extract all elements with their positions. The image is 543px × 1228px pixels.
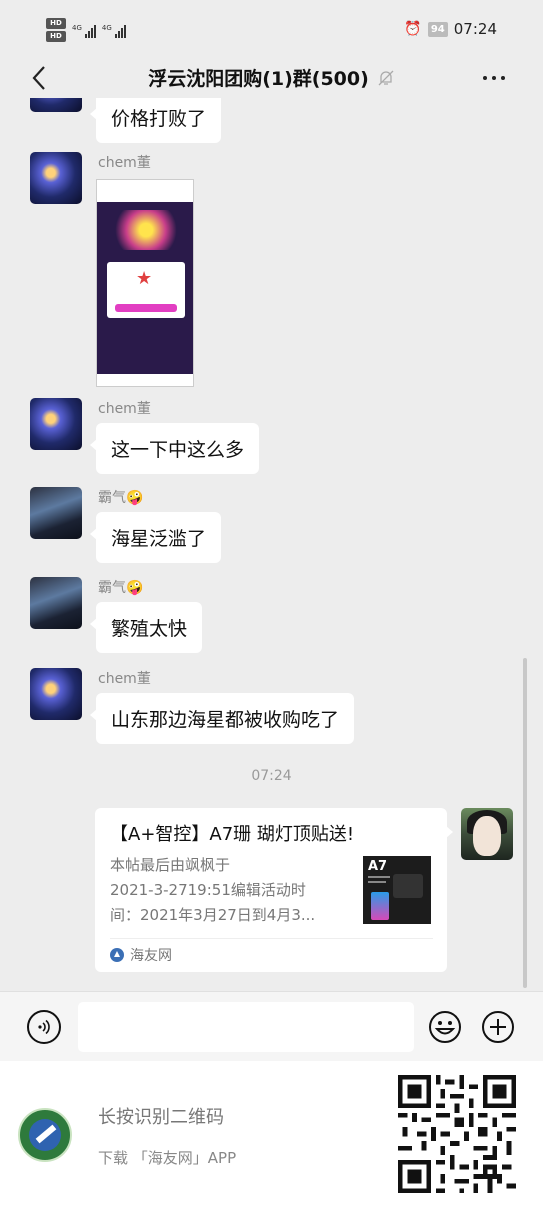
app-logo — [18, 1108, 72, 1162]
image-message[interactable]: ★ — [96, 179, 194, 387]
avatar[interactable] — [30, 152, 82, 204]
message-bubble[interactable]: 海星泛滥了 — [89, 512, 222, 563]
signal-label: 4G — [101, 24, 112, 32]
input-bar — [0, 991, 543, 1061]
link-card[interactable]: 【A+智控】A7珊 瑚灯顶贴送! 本帖最后由飒枫于 2021-3-2719:51… — [95, 808, 453, 972]
sender-name: chem董 — [98, 671, 151, 687]
source-logo-icon — [110, 948, 124, 962]
sender-name: 霸气🤪 — [98, 580, 144, 596]
message-timestamp: 07:24 — [251, 768, 292, 784]
signal-label: 4G — [72, 24, 82, 32]
download-footer: 长按识别二维码 下载 「海友网」APP — [0, 1061, 543, 1228]
link-card-title: 【A+智控】A7珊 瑚灯顶贴送! — [110, 824, 355, 845]
hd-badges: HD HD — [46, 18, 66, 44]
message-bubble[interactable]: 价格打败了 — [89, 98, 222, 143]
source-name: 海友网 — [130, 948, 172, 964]
more-dots-icon — [483, 76, 487, 80]
desc-line: 本帖最后由飒枫于 — [110, 856, 231, 874]
title-wrap: 浮云沈阳团购(1)群(500) — [0, 64, 543, 91]
page-title: 浮云沈阳团购(1)群(500) — [148, 68, 369, 90]
link-card-description: 本帖最后由飒枫于 2021-3-2719:51编辑活动时 间：2021年3月27… — [110, 853, 350, 928]
voice-icon — [38, 1019, 50, 1035]
message-input[interactable] — [78, 1002, 414, 1052]
voice-button[interactable] — [27, 1010, 61, 1044]
avatar[interactable] — [30, 577, 82, 629]
status-right: ⏰ 94 07:24 — [404, 20, 497, 38]
desc-line: 间：2021年3月27日到4月3... — [110, 906, 316, 924]
avatar[interactable] — [461, 808, 513, 860]
status-bar: HD HD 4G 4G ⏰ 94 07:24 — [0, 0, 543, 62]
bell-muted-icon — [378, 70, 394, 85]
avatar[interactable] — [30, 98, 82, 112]
signal-icon: 4G — [102, 24, 126, 38]
hd-badge: HD — [46, 31, 66, 42]
link-card-thumbnail: A7 — [363, 856, 431, 924]
avatar[interactable] — [30, 487, 82, 539]
desc-line: 2021-3-2719:51编辑活动时 — [110, 881, 306, 899]
chat-area[interactable]: 价格打败了 chem董 ★ chem董 这一下中这么多 霸气🤪 海星泛滥了 霸气… — [0, 98, 543, 991]
message-bubble[interactable]: 山东那边海星都被收购吃了 — [89, 693, 355, 744]
chat-header: 浮云沈阳团购(1)群(500) — [0, 62, 543, 98]
more-button[interactable] — [483, 76, 505, 80]
hd-badge: HD — [46, 18, 66, 29]
footer-main-text: 长按识别二维码 — [98, 1107, 224, 1128]
emoji-icon[interactable] — [428, 1010, 462, 1044]
link-card-source: 海友网 — [110, 945, 172, 965]
network-indicators: HD HD 4G 4G — [46, 18, 126, 44]
qr-code[interactable] — [398, 1075, 516, 1193]
sender-name: chem董 — [98, 401, 151, 417]
divider — [110, 938, 433, 939]
avatar[interactable] — [30, 398, 82, 450]
alarm-clock-icon: ⏰ — [404, 21, 422, 37]
message-bubble[interactable]: 繁殖太快 — [89, 602, 203, 653]
signal-icon: 4G — [72, 24, 96, 38]
thumb-label: A7 — [368, 859, 388, 874]
star-icon: ★ — [136, 268, 153, 289]
footer-sub-text: 下载 「海友网」APP — [98, 1149, 237, 1167]
battery-level: 94 — [427, 21, 448, 37]
sender-name: 霸气🤪 — [98, 490, 144, 506]
sender-name: chem董 — [98, 155, 151, 171]
message-bubble[interactable]: 这一下中这么多 — [89, 423, 260, 474]
avatar[interactable] — [30, 668, 82, 720]
status-time: 07:24 — [453, 20, 497, 38]
scrollbar[interactable] — [523, 658, 527, 988]
plus-icon[interactable] — [481, 1010, 515, 1044]
